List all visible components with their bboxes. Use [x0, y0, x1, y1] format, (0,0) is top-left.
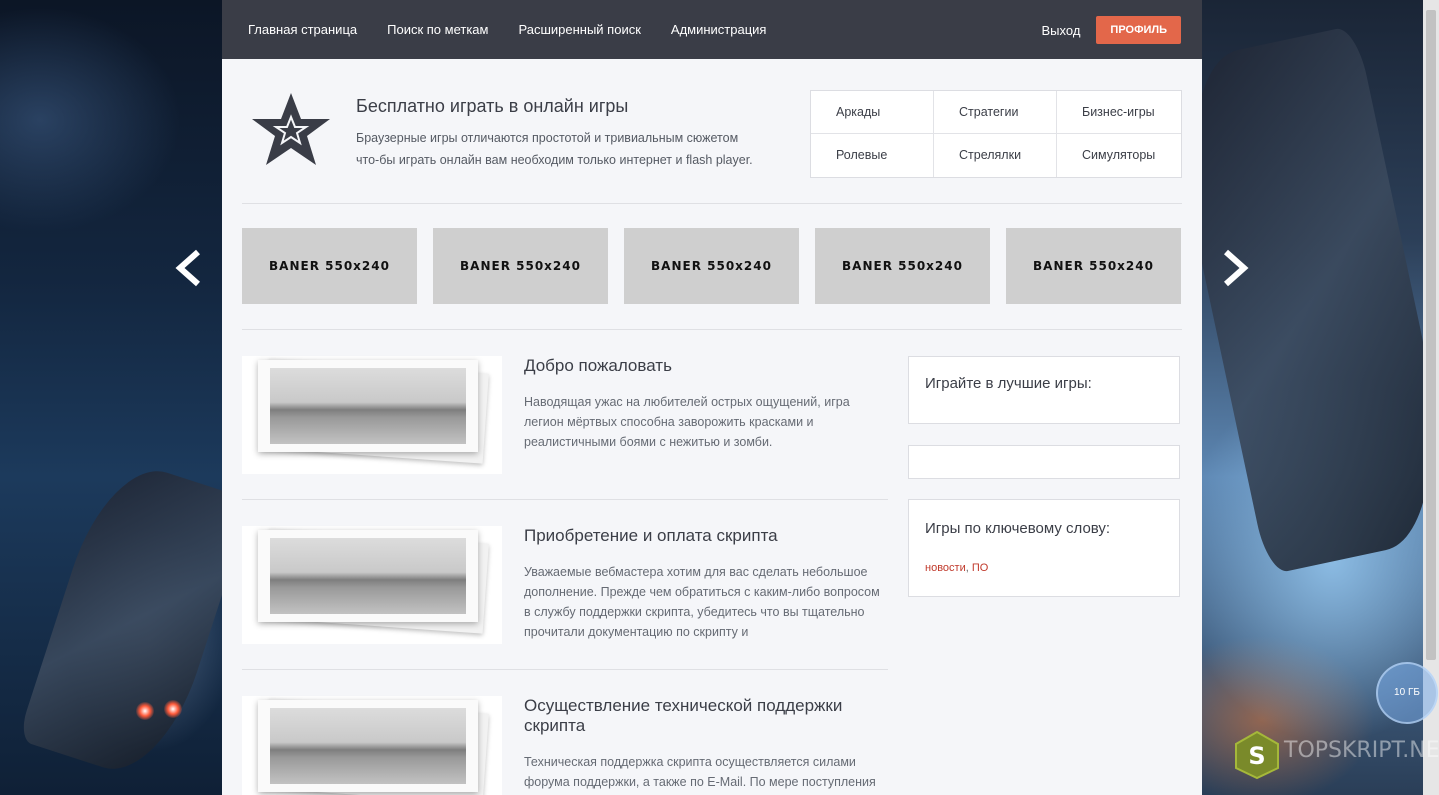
- hero-text-line: что-бы играть онлайн вам необходим тольк…: [356, 153, 753, 167]
- logout-link[interactable]: Выход: [1042, 23, 1081, 38]
- landscape-photo: [270, 708, 466, 784]
- slider-next-arrow-icon[interactable]: [1218, 248, 1252, 288]
- news-title[interactable]: Осуществление технической поддержки скри…: [524, 696, 884, 736]
- news-item: Приобретение и оплата скрипта Уважаемые …: [242, 526, 888, 646]
- banner-slot[interactable]: BANER 550x240: [624, 228, 799, 304]
- news-title[interactable]: Приобретение и оплата скрипта: [524, 526, 884, 546]
- engine-glow: [164, 700, 182, 718]
- category-simulator[interactable]: Симуляторы: [1057, 134, 1181, 177]
- scrollbar-thumb[interactable]: [1426, 10, 1436, 660]
- topskript-logo-icon: S: [1235, 730, 1279, 780]
- thumbnail-front-card: [258, 700, 478, 792]
- banner-row: BANER 550x240 BANER 550x240 BANER 550x24…: [242, 228, 1182, 304]
- section-divider: [242, 203, 1182, 204]
- star-icon: [252, 93, 330, 165]
- thumbnail-front-card: [258, 360, 478, 452]
- sidebar-keyword-games: Игры по ключевому слову: новости, ПО: [908, 499, 1180, 597]
- sidebar-best-games: Играйте в лучшие игры:: [908, 356, 1180, 424]
- spaceship-right: [1202, 24, 1439, 576]
- news-thumbnail[interactable]: [242, 696, 502, 795]
- landscape-photo: [270, 538, 466, 614]
- landscape-photo: [270, 368, 466, 444]
- news-item: Осуществление технической поддержки скри…: [242, 696, 888, 795]
- nav-link-home[interactable]: Главная страница: [248, 22, 357, 37]
- news-thumbnail[interactable]: [242, 356, 502, 474]
- nav-link-administration[interactable]: Администрация: [671, 22, 767, 37]
- category-rpg[interactable]: Ролевые: [811, 134, 934, 177]
- banner-slot[interactable]: BANER 550x240: [242, 228, 417, 304]
- page-container: Главная страница Поиск по меткам Расшире…: [222, 0, 1202, 795]
- thumbnail-front-card: [258, 530, 478, 622]
- nav-link-tag-search[interactable]: Поиск по меткам: [387, 22, 488, 37]
- top-navigation: Главная страница Поиск по меткам Расшире…: [222, 0, 1202, 59]
- banner-slot[interactable]: BANER 550x240: [1006, 228, 1181, 304]
- tag-link-po[interactable]: ПО: [972, 562, 988, 574]
- background-left-space-art: [0, 0, 222, 795]
- news-title[interactable]: Добро пожаловать: [524, 356, 884, 376]
- sidebar-empty-box: [908, 445, 1180, 479]
- news-excerpt: Наводящая ужас на любителей острых ощуще…: [524, 395, 850, 449]
- hero-text-line: Браузерные игры отличаются простотой и т…: [356, 131, 739, 145]
- news-excerpt: Уважаемые вебмастера хотим для вас сдела…: [524, 565, 880, 639]
- category-strategy[interactable]: Стратегии: [934, 91, 1057, 134]
- category-arcade[interactable]: Аркады: [811, 91, 934, 134]
- news-excerpt: Техническая поддержка скрипта осуществля…: [524, 755, 876, 789]
- profile-button[interactable]: ПРОФИЛЬ: [1096, 16, 1181, 44]
- tag-list: новости, ПО: [925, 562, 988, 574]
- nav-links: Главная страница Поиск по меткам Расшире…: [248, 0, 796, 59]
- tag-separator: ,: [965, 562, 969, 574]
- slider-prev-arrow-icon[interactable]: [172, 248, 206, 288]
- category-shooter[interactable]: Стрелялки: [934, 134, 1057, 177]
- engine-glow: [136, 702, 154, 720]
- nav-link-advanced-search[interactable]: Расширенный поиск: [518, 22, 640, 37]
- storage-badge: 10 ГБ: [1376, 662, 1438, 724]
- banner-slot[interactable]: BANER 550x240: [433, 228, 608, 304]
- spaceship-left: [17, 454, 222, 786]
- tag-link-news[interactable]: новости: [925, 562, 966, 574]
- sidebar-keyword-title: Игры по ключевому слову:: [925, 520, 1111, 537]
- watermark-text: TOPSKRIPT.NET: [1284, 738, 1439, 763]
- category-grid: Аркады Стратегии Бизнес-игры Ролевые Стр…: [810, 90, 1182, 178]
- news-item: Добро пожаловать Наводящая ужас на любит…: [242, 356, 888, 476]
- logo-letter: S: [1248, 742, 1265, 770]
- news-divider: [242, 669, 888, 670]
- banner-slot[interactable]: BANER 550x240: [815, 228, 990, 304]
- category-business[interactable]: Бизнес-игры: [1057, 91, 1181, 134]
- hero-title: Бесплатно играть в онлайн игры: [356, 96, 629, 116]
- section-divider: [242, 329, 1182, 330]
- news-divider: [242, 499, 888, 500]
- hero-description: Браузерные игры отличаются простотой и т…: [356, 127, 776, 171]
- nav-user-actions: Выход ПРОФИЛЬ: [1042, 16, 1181, 44]
- sidebar-best-games-title: Играйте в лучшие игры:: [925, 375, 1092, 392]
- hero-section: Бесплатно играть в онлайн игры Браузерны…: [222, 59, 1202, 204]
- news-thumbnail[interactable]: [242, 526, 502, 644]
